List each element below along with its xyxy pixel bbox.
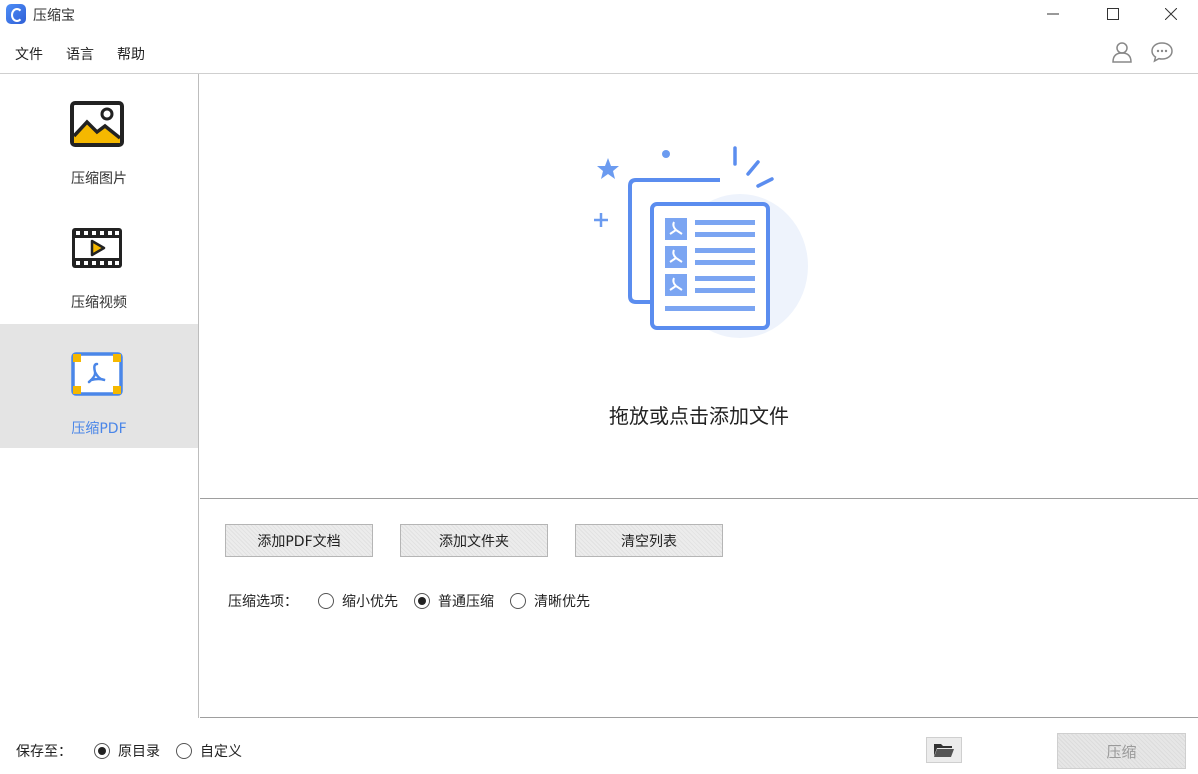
- sidebar-item-label: 压缩PDF: [71, 421, 127, 437]
- controls-panel: 添加PDF文档 添加文件夹 清空列表 压缩选项： 缩小优先 普通压缩 清晰优先: [200, 500, 1198, 718]
- menu-file[interactable]: 文件: [15, 44, 43, 64]
- video-icon: [72, 228, 122, 268]
- minimize-button[interactable]: [1030, 0, 1076, 28]
- sidebar-item-label: 压缩视频: [71, 295, 127, 311]
- title-bar: 压缩宝: [0, 0, 1198, 30]
- option-smaller[interactable]: 缩小优先: [318, 591, 398, 611]
- option-clear[interactable]: 清晰优先: [510, 591, 590, 611]
- folder-icon: [934, 744, 954, 757]
- menu-language[interactable]: 语言: [66, 44, 94, 64]
- menu-help[interactable]: 帮助: [117, 44, 145, 64]
- compress-button[interactable]: 压缩: [1057, 733, 1186, 769]
- radio-clear[interactable]: [510, 593, 526, 609]
- user-icon[interactable]: [1110, 40, 1134, 64]
- radio-custom-dir[interactable]: [176, 743, 192, 759]
- sidebar-item-pdf[interactable]: 压缩PDF: [0, 324, 198, 448]
- open-folder-button[interactable]: [926, 737, 962, 763]
- radio-smaller[interactable]: [318, 593, 334, 609]
- save-option-label: 自定义: [200, 744, 242, 760]
- maximize-button[interactable]: [1090, 0, 1136, 28]
- compression-options: 压缩选项： 缩小优先 普通压缩 清晰优先: [228, 591, 590, 611]
- chat-icon[interactable]: [1150, 40, 1174, 64]
- sidebar-item-image[interactable]: 压缩图片: [0, 74, 198, 198]
- save-original-dir[interactable]: 原目录: [94, 741, 160, 761]
- drop-zone[interactable]: 拖放或点击添加文件: [200, 74, 1198, 499]
- save-location: 保存至： 原目录 自定义: [16, 741, 242, 761]
- documents-illustration-icon: [594, 146, 808, 338]
- save-label: 保存至：: [16, 744, 72, 760]
- radio-normal[interactable]: [414, 593, 430, 609]
- pdf-icon: [71, 352, 123, 396]
- drop-hint-text: 拖放或点击添加文件: [609, 404, 789, 428]
- app-title: 压缩宝: [33, 8, 75, 24]
- footer: 保存至： 原目录 自定义 压缩: [0, 719, 1198, 774]
- sidebar: 压缩图片 压缩视频 压缩PDF: [0, 74, 199, 718]
- add-folder-button[interactable]: 添加文件夹: [400, 524, 548, 557]
- app-logo-icon: [6, 4, 26, 24]
- minimize-icon: [1047, 13, 1059, 15]
- radio-original-dir[interactable]: [94, 743, 110, 759]
- compression-options-label: 压缩选项：: [228, 594, 298, 610]
- option-normal[interactable]: 普通压缩: [414, 591, 494, 611]
- add-pdf-button[interactable]: 添加PDF文档: [225, 524, 373, 557]
- image-icon: [70, 101, 124, 147]
- option-label: 缩小优先: [342, 594, 398, 610]
- clear-list-button[interactable]: 清空列表: [575, 524, 723, 557]
- sidebar-item-video[interactable]: 压缩视频: [0, 198, 198, 322]
- save-option-label: 原目录: [118, 744, 160, 760]
- close-button[interactable]: [1148, 0, 1194, 28]
- menu-bar: 文件 语言 帮助: [0, 30, 1198, 74]
- option-label: 普通压缩: [438, 594, 494, 610]
- option-label: 清晰优先: [534, 594, 590, 610]
- save-custom-dir[interactable]: 自定义: [176, 741, 242, 761]
- close-icon: [1165, 8, 1177, 20]
- sidebar-item-label: 压缩图片: [71, 171, 127, 187]
- maximize-icon: [1107, 8, 1119, 20]
